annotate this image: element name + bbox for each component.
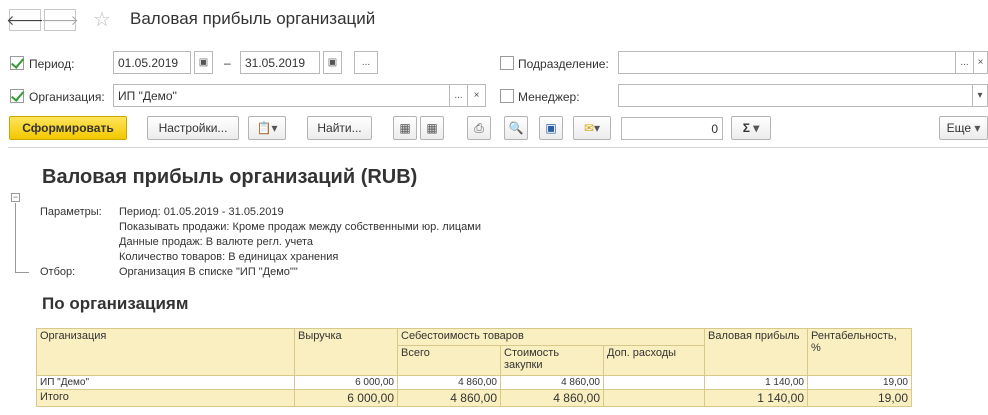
preview-button[interactable]: 🔍: [504, 116, 528, 140]
cell-cost-total: 4 860,00: [397, 375, 501, 390]
variants-button[interactable]: 📋 ▾: [248, 116, 286, 140]
header-organization: Организация: [36, 328, 295, 376]
param-line: Показывать продажи: Кроме продаж между с…: [119, 221, 481, 233]
report-title: Валовая прибыль организаций (RUB): [42, 166, 418, 188]
grid-collapse-icon: ▦: [399, 121, 411, 135]
subdivision-select-button[interactable]: ...: [955, 51, 974, 74]
filter-value: Организация В списке "ИП "Демо"": [119, 266, 298, 278]
header-gross-profit: Валовая прибыль: [704, 328, 808, 376]
period-select-button[interactable]: ...: [354, 51, 378, 74]
collapse-groups-button[interactable]: ▦: [393, 116, 417, 140]
manager-label: Менеджер:: [518, 90, 580, 104]
cell-total-purchase: 4 860,00: [500, 389, 604, 407]
period-to-input[interactable]: 31.05.2019: [240, 51, 320, 74]
cell-total-label: Итого: [36, 389, 295, 407]
arrow-right-icon: 🡒: [41, 11, 79, 28]
email-button[interactable]: ✉ ▾: [573, 116, 611, 140]
manager-input[interactable]: [618, 84, 973, 107]
cell-profitability: 19,00: [807, 375, 912, 390]
header-revenue: Выручка: [294, 328, 398, 376]
generate-button[interactable]: Сформировать: [9, 116, 127, 140]
arrow-left-icon: 🡐: [6, 11, 44, 28]
more-button[interactable]: Еще ▾: [939, 116, 988, 140]
forward-button[interactable]: 🡒: [41, 9, 79, 31]
cell-extra-expenses: [603, 375, 705, 390]
chevron-down-icon: ▾: [971, 121, 981, 135]
collapse-params-button[interactable]: −: [11, 193, 20, 202]
cell-total-revenue: 6 000,00: [294, 389, 398, 407]
header-profitability: Рентабельность, %: [807, 328, 912, 376]
header-cost: Себестоимость товаров: [397, 328, 705, 346]
header-purchase-cost: Стоимость закупки: [500, 345, 604, 376]
star-icon[interactable]: ☆: [93, 7, 111, 32]
cell-gross-profit: 1 140,00: [704, 375, 808, 390]
subdivision-checkbox[interactable]: [500, 56, 514, 70]
sum-field[interactable]: 0: [621, 117, 723, 140]
sum-mode-button[interactable]: Σ ▾: [731, 116, 771, 140]
cell-total-cost: 4 860,00: [397, 389, 501, 407]
period-checkbox[interactable]: [10, 56, 24, 70]
chevron-down-icon: ▾: [977, 90, 983, 101]
more-label: Еще: [946, 121, 972, 135]
organization-label: Организация:: [29, 90, 105, 104]
printer-icon: ⎙: [474, 120, 484, 135]
copy-icon: 📋: [256, 121, 272, 135]
calendar-from-button[interactable]: ▣: [194, 51, 213, 74]
param-line: Количество товаров: В единицах хранения: [119, 251, 339, 263]
manager-checkbox[interactable]: [500, 89, 514, 103]
group-bracket: [15, 203, 29, 273]
envelope-icon: ✉: [583, 121, 595, 135]
calendar-icon: ▣: [327, 57, 338, 68]
subdivision-clear-button[interactable]: ×: [973, 51, 988, 74]
subdivision-input[interactable]: [618, 51, 956, 74]
organization-select-button[interactable]: ...: [449, 84, 468, 107]
organization-clear-button[interactable]: ×: [467, 84, 486, 107]
calendar-to-button[interactable]: ▣: [323, 51, 342, 74]
sigma-icon: Σ: [742, 121, 750, 135]
cell-total-extra: [603, 389, 705, 407]
print-button[interactable]: ⎙: [467, 116, 491, 140]
save-button[interactable]: ▣: [539, 116, 563, 140]
period-dash: –: [224, 56, 231, 70]
subdivision-label: Подразделение:: [518, 57, 609, 71]
header-cost-total: Всего: [397, 345, 501, 376]
report-table: Организация Выручка Себестоимость товаро…: [36, 328, 912, 407]
organization-checkbox[interactable]: [10, 89, 24, 103]
expand-groups-button[interactable]: ▦: [420, 116, 444, 140]
chevron-down-icon: ▾: [271, 121, 278, 135]
period-from-input[interactable]: 01.05.2019: [113, 51, 191, 74]
cell-total-gross: 1 140,00: [704, 389, 808, 407]
grid-expand-icon: ▦: [426, 121, 438, 135]
totals-row[interactable]: Итого 6 000,00 4 860,00 4 860,00 1 140,0…: [36, 389, 912, 407]
header-extra-expenses: Доп. расходы: [603, 345, 705, 376]
find-button[interactable]: Найти...: [307, 116, 372, 140]
filter-label: Отбор:: [40, 266, 76, 278]
preview-icon: 🔍: [508, 121, 524, 135]
save-icon: ▣: [545, 121, 557, 135]
cell-revenue: 6 000,00: [294, 375, 398, 390]
params-label: Параметры:: [40, 206, 102, 218]
table-row[interactable]: ИП "Демо" 6 000,00 4 860,00 4 860,00 1 1…: [36, 375, 912, 390]
chevron-down-icon: ▾: [594, 121, 601, 135]
organization-input[interactable]: ИП "Демо": [113, 84, 450, 107]
period-label: Период:: [29, 57, 75, 71]
manager-dropdown-button[interactable]: ▾: [972, 84, 988, 107]
back-button[interactable]: 🡐: [6, 9, 44, 31]
section-title: По организациям: [42, 294, 189, 313]
calendar-icon: ▣: [198, 57, 209, 68]
cell-organization: ИП "Демо": [36, 375, 295, 390]
cell-total-profitability: 19,00: [807, 389, 912, 407]
param-line: Данные продаж: В валюте регл. учета: [119, 236, 314, 248]
cell-purchase-cost: 4 860,00: [500, 375, 604, 390]
settings-button[interactable]: Настройки...: [147, 116, 239, 140]
page-title: Валовая прибыль организаций: [130, 9, 376, 28]
param-line: Период: 01.05.2019 - 31.05.2019: [119, 206, 284, 218]
chevron-down-icon: ▾: [749, 121, 760, 135]
